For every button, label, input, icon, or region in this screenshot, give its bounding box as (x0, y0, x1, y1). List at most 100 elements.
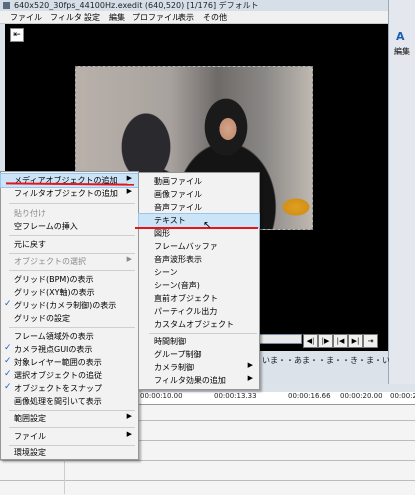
submenu-item-label: パーティクル出力 (154, 307, 218, 316)
menu-separator (9, 253, 135, 254)
menu-item-grid-camera[interactable]: ✓ グリッド(カメラ制御)の表示 (1, 299, 138, 312)
submenu-item-previous-object[interactable]: 直前オブジェクト (139, 292, 259, 305)
menu-profile[interactable]: プロファイル (132, 12, 180, 23)
menu-item-snap-object[interactable]: ✓ オブジェクトをスナップ (1, 382, 138, 395)
submenu-item-camera-control[interactable]: カメラ制御 ▶ (139, 361, 259, 374)
menu-other[interactable]: その他 (203, 12, 227, 23)
submenu-arrow-icon: ▶ (126, 174, 132, 182)
menu-item-out-of-frame[interactable]: フレーム領域外の表示 (1, 330, 138, 343)
submenu-item-label: カスタムオブジェクト (154, 320, 234, 329)
menu-item-label: フレーム領域外の表示 (14, 332, 94, 341)
menu-item-label: オブジェクトの選択 (14, 257, 86, 266)
jump-end-icon[interactable]: ⇥ (363, 334, 378, 348)
menu-item-label: グリッドの設定 (14, 314, 70, 323)
submenu-item-add-filter-effect[interactable]: フィルタ効果の追加 ▶ (139, 374, 259, 387)
submenu-item-video-file[interactable]: 動画ファイル (139, 175, 259, 188)
menu-item-preferences[interactable]: 環境設定 (1, 446, 138, 459)
submenu-item-group-control[interactable]: グループ制御 (139, 348, 259, 361)
submenu-arrow-icon: ▶ (126, 255, 132, 263)
first-frame-icon[interactable]: |◀ (333, 334, 348, 348)
menu-item-label: ファイル (14, 432, 46, 441)
submenu-item-label: グループ制御 (154, 350, 202, 359)
checkmark-icon: ✓ (4, 382, 12, 392)
timeline-tick: 00:00:16.66 (288, 392, 331, 400)
submenu-item-label: シーン(音声) (154, 281, 200, 290)
menu-item-add-filter-object[interactable]: フィルタオブジェクトの追加 ▶ (1, 187, 138, 200)
submenu-item-custom-object[interactable]: カスタムオブジェクト (139, 318, 259, 331)
menu-item-grid-settings[interactable]: グリッドの設定 (1, 312, 138, 325)
collapse-left-icon[interactable]: ⇤ (10, 28, 24, 42)
menu-separator (9, 427, 135, 428)
next-frame-icon[interactable]: |▶ (318, 334, 333, 348)
submenu-arrow-icon: ▶ (247, 374, 253, 382)
ribbon-edit-label[interactable]: 編集 (394, 46, 410, 57)
menu-filter[interactable]: フィルタ (50, 12, 82, 23)
menu-item-label: オブジェクトをスナップ (14, 384, 102, 393)
submenu-item-time-control[interactable]: 時間制御 (139, 335, 259, 348)
submenu-item-label: 画像ファイル (154, 190, 202, 199)
submenu-item-label: 動画ファイル (154, 177, 202, 186)
timeline-tick: 00:00:10.00 (140, 392, 183, 400)
submenu-item-frame-buffer[interactable]: フレームバッファ (139, 240, 259, 253)
timeline-tick: 00:00:20.00 (340, 392, 383, 400)
timeline-tick: 00:00:23.33 (390, 392, 415, 400)
menu-file[interactable]: ファイル (10, 12, 42, 23)
checkmark-icon: ✓ (4, 369, 12, 379)
menu-item-label: フィルタオブジェクトの追加 (14, 189, 118, 198)
find-replace-icon[interactable]: A (396, 30, 408, 43)
menu-item-label: 貼り付け (14, 209, 46, 218)
submenu-item-audio-file[interactable]: 音声ファイル (139, 201, 259, 214)
menu-item-paste[interactable]: 貼り付け (1, 207, 138, 220)
menu-separator (9, 270, 135, 271)
menu-separator (149, 333, 257, 334)
submenu-arrow-icon: ▶ (247, 361, 253, 369)
app-icon (3, 2, 10, 9)
menu-settings[interactable]: 設定 (84, 12, 100, 23)
submenu-arrow-icon: ▶ (126, 430, 132, 438)
menu-item-label: カメラ視点GUIの表示 (14, 345, 93, 354)
prev-frame-icon[interactable]: ◀| (303, 334, 318, 348)
submenu-arrow-icon: ▶ (126, 187, 132, 195)
ribbon-panel (389, 0, 415, 384)
menu-item-label: 元に戻す (14, 240, 46, 249)
submenu-item-particle-output[interactable]: パーティクル出力 (139, 305, 259, 318)
menu-item-undo[interactable]: 元に戻す (1, 238, 138, 251)
checkmark-icon: ✓ (4, 343, 12, 353)
checkmark-icon: ✓ (4, 299, 12, 309)
menu-separator (9, 235, 135, 236)
menu-item-thin-image-processing[interactable]: 画像処理を間引いて表示 (1, 395, 138, 408)
menu-edit[interactable]: 編集 (109, 12, 125, 23)
submenu-item-label: シーン (154, 268, 178, 277)
submenu-item-audio-waveform[interactable]: 音声波形表示 (139, 253, 259, 266)
menu-item-file[interactable]: ファイル ▶ (1, 430, 138, 443)
mouse-cursor-icon: ↖ (203, 220, 212, 231)
menu-separator (9, 410, 135, 411)
menu-item-follow-selected[interactable]: ✓ 選択オブジェクトの追従 (1, 369, 138, 382)
menu-item-select-object[interactable]: オブジェクトの選択 ▶ (1, 255, 138, 268)
menu-item-insert-empty-frame[interactable]: 空フレームの挿入 (1, 220, 138, 233)
menu-item-label: グリッド(カメラ制御)の表示 (14, 301, 117, 310)
submenu-item-label: 直前オブジェクト (154, 294, 218, 303)
submenu-item-text[interactable]: テキスト (138, 213, 260, 228)
last-frame-icon[interactable]: ▶| (348, 334, 363, 348)
menu-item-label: 環境設定 (14, 448, 46, 457)
submenu-item-scene-audio[interactable]: シーン(音声) (139, 279, 259, 292)
menu-item-label: 範囲設定 (14, 414, 46, 423)
menu-item-camera-gui[interactable]: ✓ カメラ視点GUIの表示 (1, 343, 138, 356)
checkmark-icon: ✓ (4, 356, 12, 366)
submenu-item-scene[interactable]: シーン (139, 266, 259, 279)
menu-item-label: グリッド(XY軸)の表示 (14, 288, 95, 297)
media-object-submenu: 動画ファイル 画像ファイル 音声ファイル テキスト 図形 フレームバッファ 音声… (138, 172, 260, 390)
window-title: 640x520_30fps_44100Hz.exedit (640,520) [… (14, 1, 259, 10)
menu-view[interactable]: 表示 (178, 12, 194, 23)
menu-separator (9, 203, 135, 204)
menu-item-label: 空フレームの挿入 (14, 222, 78, 231)
submenu-item-image-file[interactable]: 画像ファイル (139, 188, 259, 201)
submenu-item-label: 音声ファイル (154, 203, 202, 212)
status-text: いま・・あま・・ま・・き・ま・い (262, 356, 390, 365)
menu-item-range-settings[interactable]: 範囲設定 ▶ (1, 412, 138, 425)
submenu-item-label: 音声波形表示 (154, 255, 202, 264)
menu-item-grid-bpm[interactable]: グリッド(BPM)の表示 (1, 273, 138, 286)
menu-item-grid-xy[interactable]: グリッド(XY軸)の表示 (1, 286, 138, 299)
menu-item-layer-range[interactable]: ✓ 対象レイヤー範囲の表示 (1, 356, 138, 369)
